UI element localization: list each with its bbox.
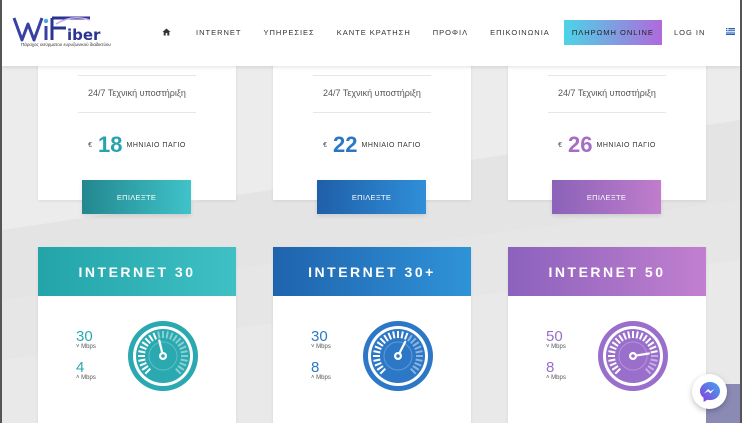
upload-speed: 8 ˄ Mbps [546, 360, 566, 381]
top-navbar: iber Πάροχος ασύρματου ευρυζωνικού διαδι… [2, 0, 740, 66]
download-speed: 30 ˅ Mbps [311, 329, 331, 350]
upload-unit: ˄ Mbps [76, 375, 96, 381]
select-plan-button[interactable]: ΕΠΙΛΕΞΤΕ [317, 180, 426, 214]
price-row: € 22 ΜΗΝΙΑΙΟ ΠΑΓΙΟ [273, 132, 471, 158]
nav-profile[interactable]: ΠΡΟΦΙΛ [433, 28, 468, 37]
price-row: € 18 ΜΗΝΙΑΙΟ ΠΑΓΙΟ [38, 132, 236, 158]
nav-internet[interactable]: INTERNET [196, 28, 242, 37]
upload-value: 8 [546, 359, 555, 376]
select-plan-button[interactable]: ΕΠΙΛΕΞΤΕ [552, 180, 661, 214]
greek-flag-icon[interactable] [726, 28, 735, 35]
nav-contact[interactable]: ΕΠΙΚΟΙΝΩΝΙΑ [490, 28, 550, 37]
download-unit: ˅ Mbps [546, 344, 566, 350]
plan-feature-support: 24/7 Τεχνική υποστήριξη [558, 88, 656, 98]
download-unit: ˅ Mbps [311, 344, 331, 350]
left-edge [0, 0, 2, 423]
upload-value: 4 [76, 359, 85, 376]
logo-tagline: Πάροχος ασύρματου ευρυζωνικού διαδικτύου [21, 42, 111, 47]
download-unit: ˅ Mbps [76, 344, 96, 350]
upload-unit: ˄ Mbps [546, 375, 566, 381]
divider [78, 75, 196, 76]
divider [78, 112, 196, 113]
price-period: ΜΗΝΙΑΙΟ ΠΑΓΙΟ [361, 141, 421, 149]
price-period: ΜΗΝΙΑΙΟ ΠΑΓΙΟ [126, 141, 186, 149]
plan-title: INTERNET 30 [38, 247, 236, 296]
price: 18 [98, 132, 123, 157]
plan-feature-support: 24/7 Τεχνική υποστήριξη [88, 88, 186, 98]
upload-speed: 4 ˄ Mbps [76, 360, 96, 381]
download-value: 50 [546, 328, 563, 345]
login-link[interactable]: LOG IN [674, 28, 705, 37]
currency: € [323, 141, 328, 149]
divider [313, 112, 431, 113]
speed-gauge-icon [363, 321, 433, 391]
main-nav: INTERNET ΥΠΗΡΕΣΙΕΣ ΚΑΝΤΕ ΚΡΑΤΗΣΗ ΠΡΟΦΙΛ … [162, 19, 727, 45]
select-plan-button[interactable]: ΕΠΙΛΕΞΤΕ [82, 180, 191, 214]
pay-online-button[interactable]: ΠΛΗΡΩΜΗ ONLINE [563, 19, 662, 45]
divider [548, 75, 666, 76]
plan-title: INTERNET 50 [508, 247, 706, 296]
site-logo[interactable]: iber Πάροχος ασύρματου ευρυζωνικού διαδι… [12, 12, 120, 52]
speed-gauge-icon [598, 321, 668, 391]
divider [548, 112, 666, 113]
internet-plan-card-2: INTERNET 30+ 30 ˅ Mbps 8 ˄ Mbps [273, 247, 471, 423]
upload-unit: ˄ Mbps [311, 375, 331, 381]
nav-services[interactable]: ΥΠΗΡΕΣΙΕΣ [264, 28, 315, 37]
plan-title: INTERNET 30+ [273, 247, 471, 296]
currency: € [558, 141, 563, 149]
price: 22 [333, 132, 358, 157]
upload-speed: 8 ˄ Mbps [311, 360, 331, 381]
internet-plan-card-1: INTERNET 30 30 ˅ Mbps 4 ˄ Mbps [38, 247, 236, 423]
nav-booking[interactable]: ΚΑΝΤΕ ΚΡΑΤΗΣΗ [337, 28, 411, 37]
download-value: 30 [311, 328, 328, 345]
upload-value: 8 [311, 359, 320, 376]
price-row: € 26 ΜΗΝΙΑΙΟ ΠΑΓΙΟ [508, 132, 706, 158]
messenger-icon[interactable] [692, 374, 727, 409]
download-speed: 50 ˅ Mbps [546, 329, 566, 350]
price-period: ΜΗΝΙΑΙΟ ΠΑΓΙΟ [596, 141, 656, 149]
speed-gauge-icon [128, 321, 198, 391]
download-speed: 30 ˅ Mbps [76, 329, 96, 350]
home-icon[interactable] [162, 27, 172, 37]
currency: € [88, 141, 93, 149]
price: 26 [568, 132, 593, 157]
plan-feature-support: 24/7 Τεχνική υποστήριξη [323, 88, 421, 98]
internet-plan-card-3: INTERNET 50 50 ˅ Mbps 8 ˄ Mbps [508, 247, 706, 423]
download-value: 30 [76, 328, 93, 345]
divider [313, 75, 431, 76]
